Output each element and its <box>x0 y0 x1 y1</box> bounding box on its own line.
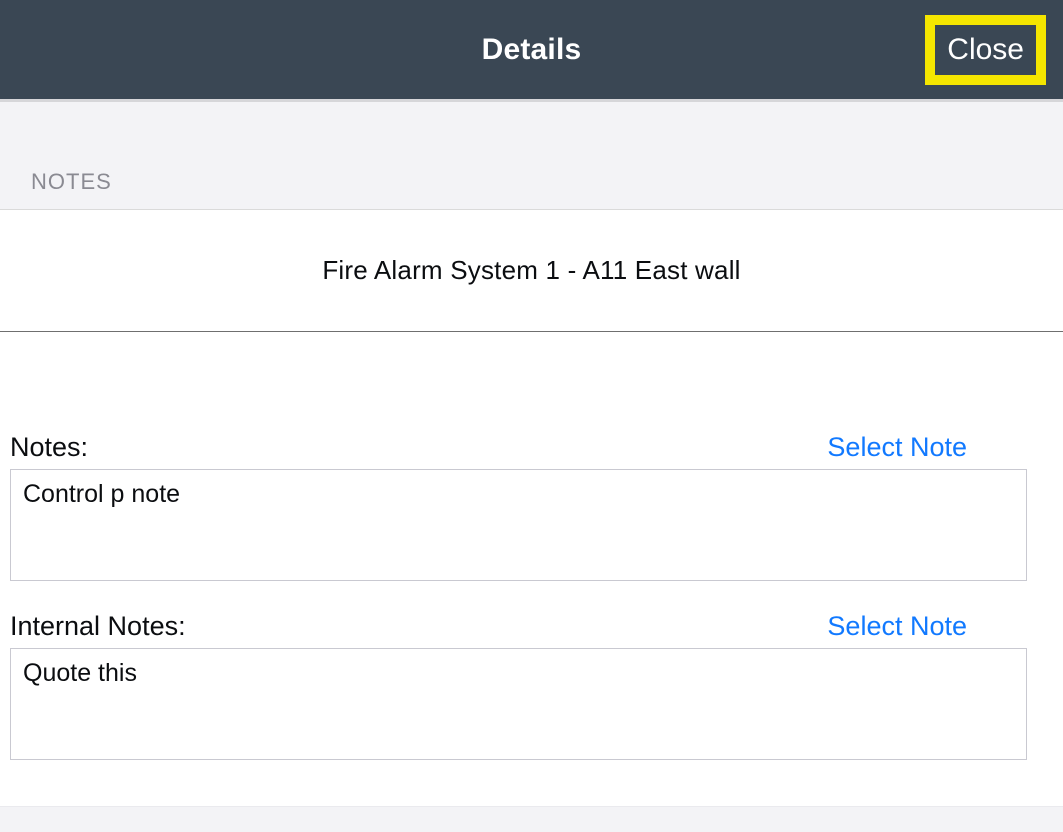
internal-notes-label-row: Internal Notes: Select Note <box>10 611 1053 648</box>
top-bar: Details Close <box>0 0 1063 102</box>
notes-area: Notes: Select Note Control p note Intern… <box>0 332 1063 760</box>
item-title: Fire Alarm System 1 - A11 East wall <box>322 255 740 286</box>
internal-notes-input[interactable]: Quote this <box>10 648 1027 760</box>
select-note-button[interactable]: Select Note <box>827 432 1049 463</box>
close-button[interactable]: Close <box>947 33 1024 67</box>
section-label: NOTES <box>31 169 112 195</box>
internal-notes-label: Internal Notes: <box>10 611 186 642</box>
select-internal-note-button[interactable]: Select Note <box>827 611 1049 642</box>
section-header-notes: NOTES <box>0 102 1063 210</box>
internal-notes-block: Internal Notes: Select Note Quote this <box>10 611 1053 760</box>
item-row[interactable]: Fire Alarm System 1 - A11 East wall <box>0 210 1063 332</box>
page-title: Details <box>482 33 582 67</box>
notes-label-row: Notes: Select Note <box>10 432 1053 469</box>
notes-input[interactable]: Control p note <box>10 469 1027 581</box>
notes-block: Notes: Select Note Control p note <box>10 432 1053 581</box>
notes-label: Notes: <box>10 432 88 463</box>
close-button-highlight: Close <box>925 15 1046 85</box>
bottom-spacer <box>0 806 1063 832</box>
